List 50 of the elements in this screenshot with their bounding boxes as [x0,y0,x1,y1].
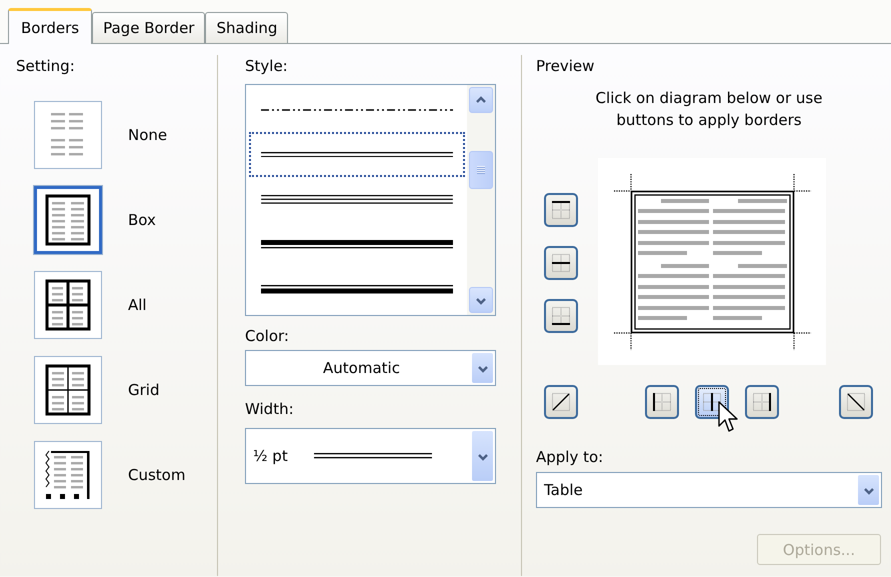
scroll-thumb[interactable] [469,151,493,189]
setting-label[interactable]: Box [128,211,156,229]
diagonal-up-border-icon [550,391,572,413]
border-button[interactable] [544,299,578,333]
line-sample-icon [261,152,453,158]
line-style-option[interactable] [249,132,465,177]
line-sample-icon [261,285,453,294]
line-sample-icon [261,195,453,204]
line-sample-icon [261,108,453,110]
scroll-up-button[interactable] [469,87,493,113]
style-label: Style: [245,57,289,75]
color-label: Color: [245,327,290,345]
line-style-list[interactable] [245,84,496,316]
apply-to-dropdown[interactable]: Table [536,472,882,508]
scroll-down-button[interactable] [469,287,493,313]
setting-label[interactable]: All [128,296,147,314]
scrollbar[interactable] [467,85,495,315]
left-border-icon [651,391,673,413]
line-sample-icon [261,240,453,249]
border-button[interactable] [839,385,873,419]
border-button[interactable] [745,385,779,419]
bottom-border-icon [550,305,572,327]
tab[interactable]: Borders [8,8,92,44]
setting-label: Setting: [16,57,76,75]
preview-label: Preview [536,57,596,75]
middle-horizontal-border-icon [550,252,572,274]
right-border-icon [751,391,773,413]
setting-label[interactable]: Custom [128,466,186,484]
top-border-icon [550,199,572,221]
middle-vertical-border-icon [701,391,723,413]
preview-instructions: Click on diagram below or use buttons to apply borders [594,88,824,131]
line-sample-icon [314,453,432,459]
color-dropdown[interactable]: Automatic [245,350,496,386]
setting-button[interactable] [34,441,102,509]
border-button[interactable] [544,246,578,280]
border-button[interactable] [645,385,679,419]
setting-label[interactable]: None [128,126,168,144]
tab[interactable]: Shading [205,12,288,43]
width-label: Width: [245,400,295,418]
apply-to-label: Apply to: [536,448,604,466]
tab[interactable]: Page Border [92,12,206,43]
table-preview-drawing[interactable] [598,158,826,365]
setting-button[interactable] [34,271,102,339]
border-button[interactable] [544,193,578,227]
setting-button[interactable] [34,356,102,424]
setting-label[interactable]: Grid [128,381,160,399]
border-button[interactable] [544,385,578,419]
diagonal-down-border-icon [845,391,867,413]
setting-button[interactable] [34,186,102,254]
width-dropdown[interactable]: ½ pt [245,428,496,484]
